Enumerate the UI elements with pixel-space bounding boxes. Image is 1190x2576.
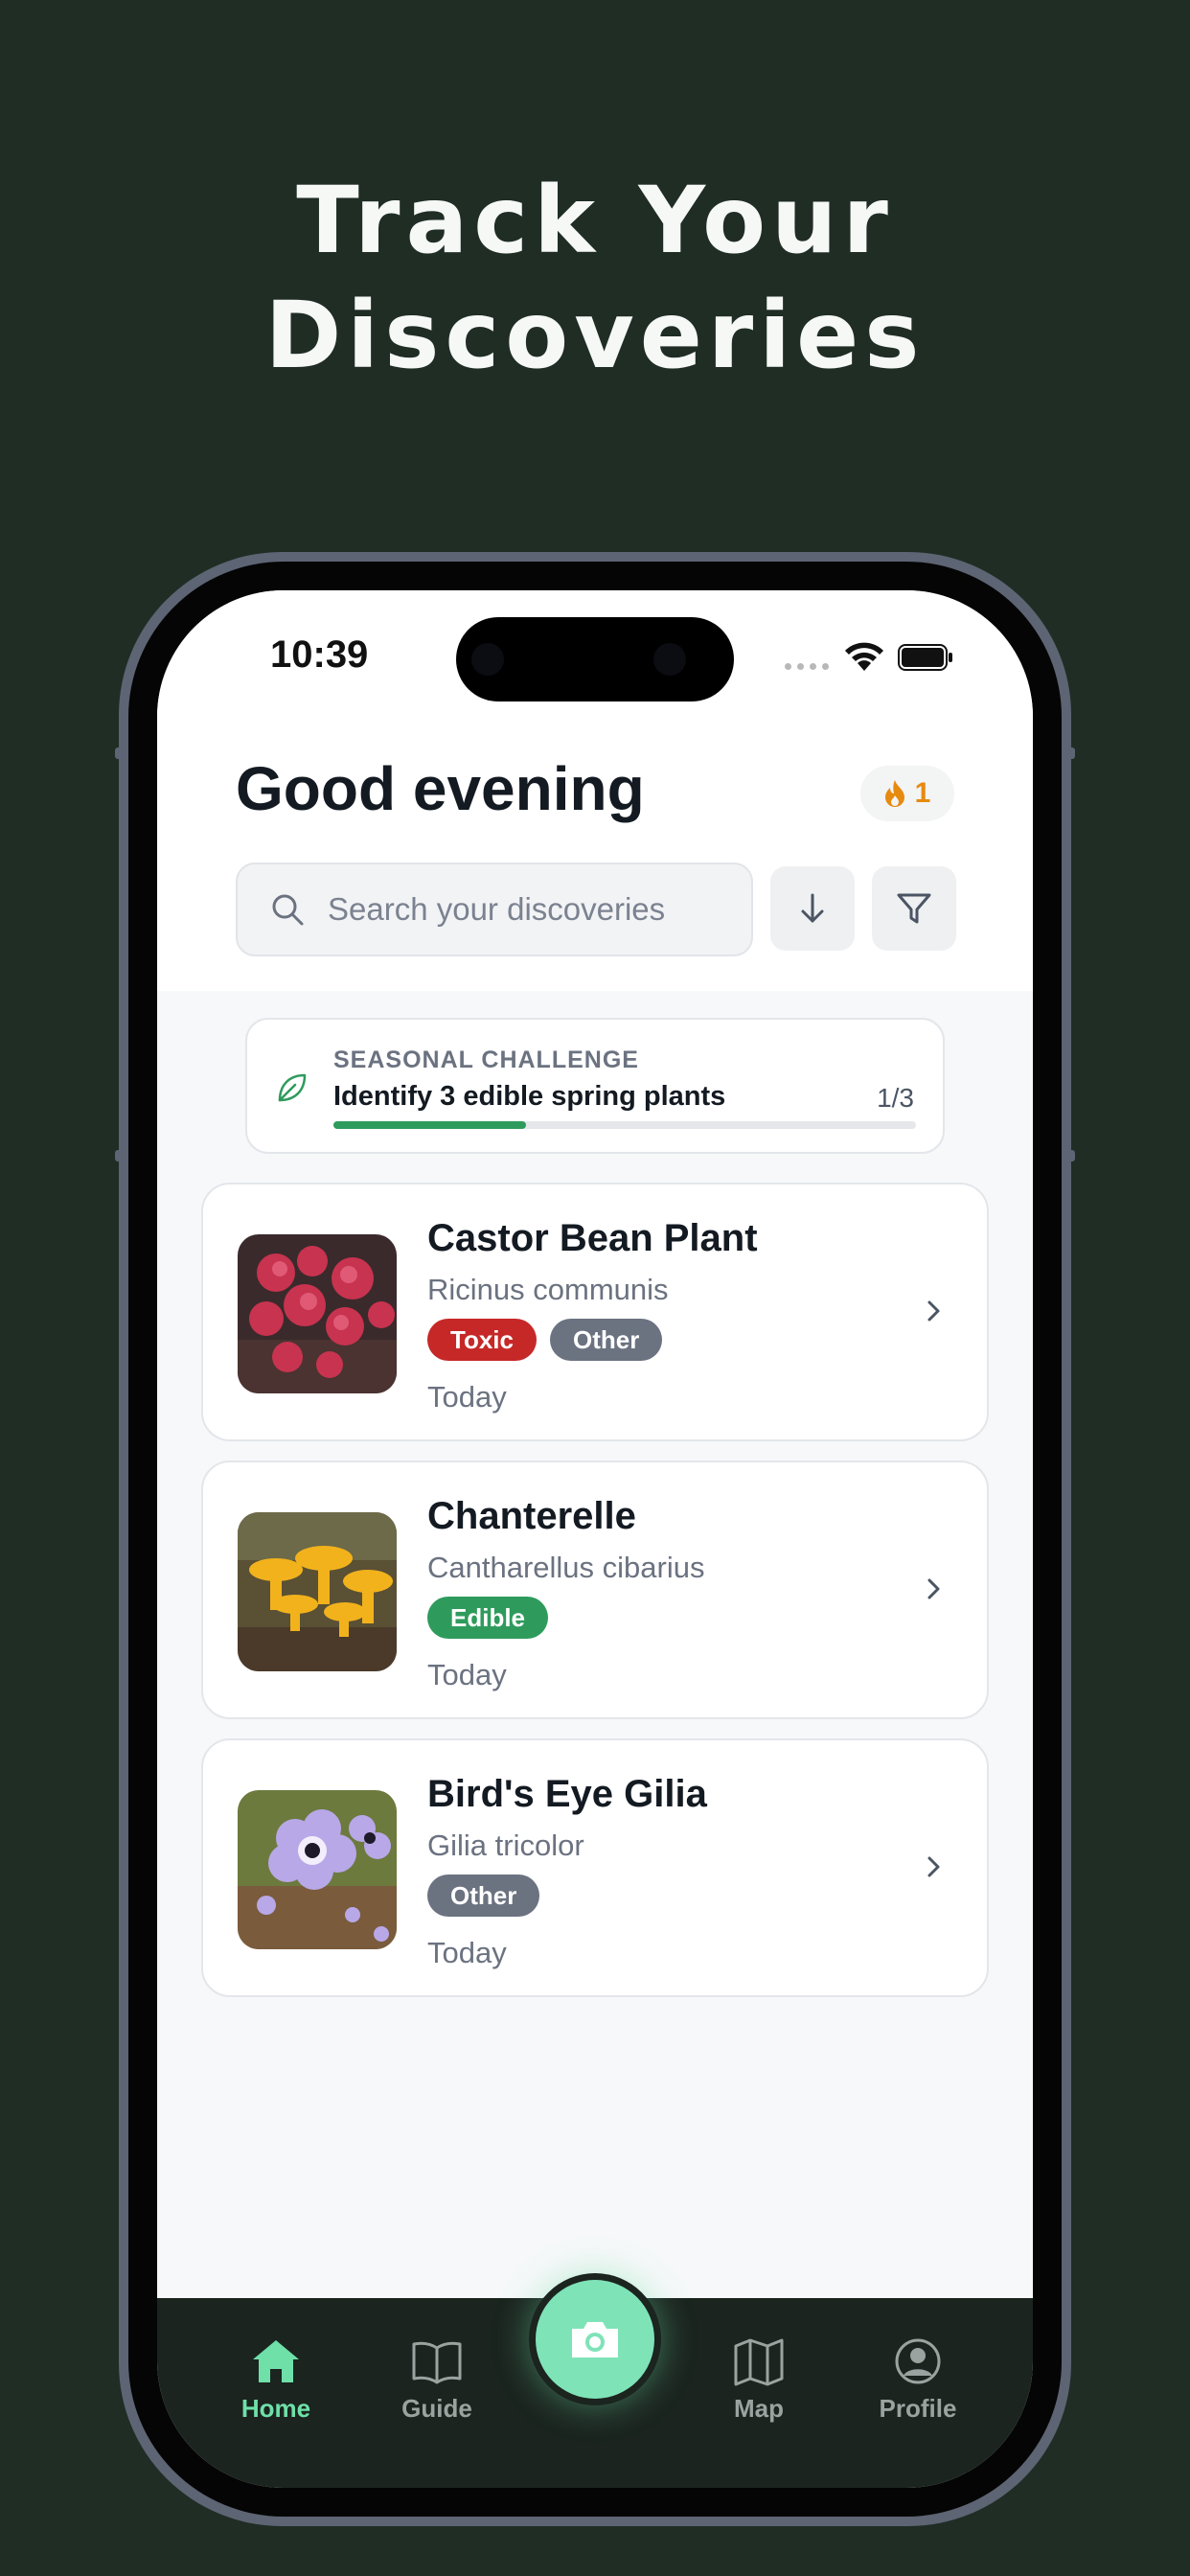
chanterelle-photo <box>238 1512 397 1671</box>
filter-icon <box>897 893 931 924</box>
discovery-date: Today <box>427 1936 507 1969</box>
badge-toxic: Toxic <box>427 1319 537 1361</box>
discovery-card[interactable]: Chanterelle Cantharellus cibarius Edible… <box>201 1460 989 1719</box>
challenge-progress-text: 1/3 <box>877 1083 914 1113</box>
nav-profile[interactable]: Profile <box>860 2336 975 2424</box>
leaf-icon <box>278 1073 307 1102</box>
app-screen: 10:39 Good evening 1 Search your discove… <box>157 590 1033 2488</box>
phone-side-button <box>115 1150 125 1162</box>
nav-profile-label: Profile <box>879 2394 957 2423</box>
phone-side-button <box>1065 748 1075 759</box>
streak-count: 1 <box>914 777 931 809</box>
badge-edible: Edible <box>427 1597 549 1639</box>
phone-side-button <box>115 748 125 759</box>
wifi-icon <box>845 642 883 671</box>
battery-icon <box>898 644 952 671</box>
home-icon <box>253 2340 299 2382</box>
challenge-label: SEASONAL CHALLENGE <box>333 1046 639 1073</box>
book-icon <box>412 2341 462 2384</box>
discovery-date: Today <box>427 1380 507 1414</box>
search-input[interactable]: Search your discoveries <box>236 862 753 956</box>
headline-line-1: Track Your <box>296 167 894 274</box>
seasonal-challenge-card[interactable]: SEASONAL CHALLENGE Identify 3 edible spr… <box>245 1018 945 1154</box>
nav-guide[interactable]: Guide <box>379 2336 494 2424</box>
birds-eye-gilia-photo <box>238 1790 397 1949</box>
discovery-badges: Edible <box>427 1597 549 1639</box>
challenge-progress-bar <box>333 1121 916 1129</box>
front-camera-icon <box>653 643 686 676</box>
streak-badge[interactable]: 1 <box>860 766 954 821</box>
discovery-badges: Toxic Other <box>427 1319 663 1361</box>
discovery-date: Today <box>427 1658 507 1691</box>
discovery-card[interactable]: Castor Bean Plant Ricinus communis Toxic… <box>201 1183 989 1441</box>
badge-other: Other <box>549 1319 663 1361</box>
sort-button[interactable] <box>770 866 855 951</box>
nav-map[interactable]: Map <box>701 2336 816 2424</box>
sensor-icon <box>471 643 504 676</box>
challenge-progress-fill <box>333 1121 526 1129</box>
chevron-right-icon <box>927 1578 940 1599</box>
castor-bean-photo <box>238 1234 397 1393</box>
discovery-badges: Other <box>427 1874 540 1917</box>
camera-icon <box>572 2322 618 2358</box>
status-time: 10:39 <box>270 633 369 676</box>
headline: Track Your Discoveries <box>0 163 1190 393</box>
nav-map-label: Map <box>734 2394 784 2423</box>
chevron-right-icon <box>927 1856 940 1877</box>
discovery-name: Bird's Eye Gilia <box>427 1773 707 1815</box>
nav-guide-label: Guide <box>401 2394 472 2423</box>
badge-other: Other <box>427 1874 540 1917</box>
camera-button[interactable] <box>529 2273 661 2405</box>
arrow-down-icon <box>801 893 824 923</box>
nav-home-label: Home <box>240 2394 311 2423</box>
nav-home[interactable]: Home <box>218 2336 333 2424</box>
headline-line-2: Discoveries <box>264 282 926 389</box>
discovery-scientific-name: Cantharellus cibarius <box>427 1551 705 1584</box>
greeting-title: Good evening <box>236 754 645 823</box>
phone-side-button <box>1065 1150 1075 1162</box>
discovery-card[interactable]: Bird's Eye Gilia Gilia tricolor Other To… <box>201 1738 989 1997</box>
map-icon <box>734 2338 784 2386</box>
filter-button[interactable] <box>872 866 956 951</box>
flame-icon <box>884 780 904 807</box>
search-icon <box>272 894 304 926</box>
chevron-right-icon <box>927 1300 940 1322</box>
challenge-title: Identify 3 edible spring plants <box>333 1081 726 1112</box>
cellular-signal-icon <box>785 663 829 670</box>
discovery-name: Castor Bean Plant <box>427 1217 758 1259</box>
discovery-name: Chanterelle <box>427 1495 636 1537</box>
profile-icon <box>895 2338 941 2384</box>
discovery-scientific-name: Ricinus communis <box>427 1273 669 1306</box>
dynamic-island <box>456 617 734 702</box>
search-placeholder: Search your discoveries <box>328 891 666 927</box>
discovery-scientific-name: Gilia tricolor <box>427 1828 584 1862</box>
